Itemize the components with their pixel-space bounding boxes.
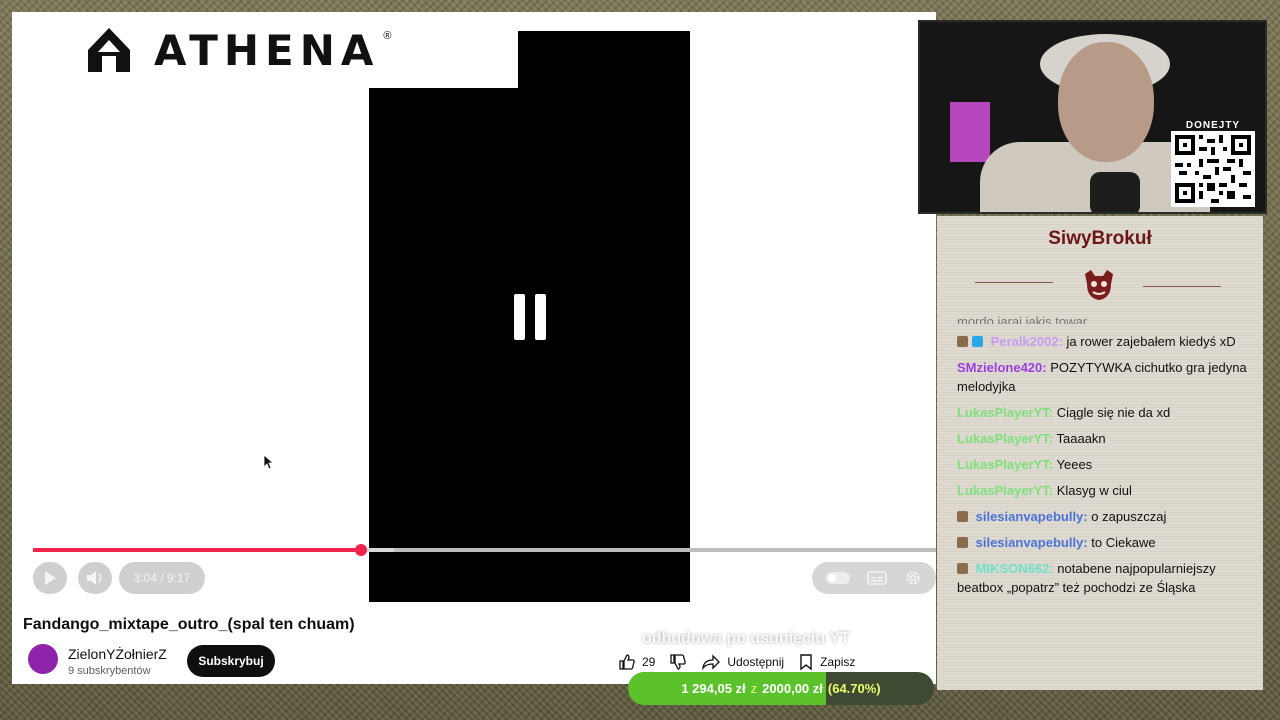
chat-message: LukasPlayerYT: Taaaakn [957, 429, 1247, 448]
qr-label: DONEJTY [1185, 120, 1241, 131]
chat-username: LukasPlayerYT: [957, 431, 1054, 446]
chat-panel: SiwyBrokuł mordo jaraj jakis towar Peral… [937, 216, 1263, 690]
chat-badge-icon [957, 537, 968, 548]
channel-name[interactable]: ZielonYŻołnierZ [68, 646, 167, 662]
chat-divider-right [1143, 286, 1221, 287]
chat-username: SMzielone420: [957, 360, 1047, 375]
share-icon [702, 654, 721, 670]
save-button[interactable]: Zapisz [798, 653, 855, 671]
chat-text: ja rower zajebałem kiedyś xD [1066, 334, 1236, 349]
streamer-name: SiwyBrokuł [1048, 228, 1152, 249]
like-count: 29 [642, 655, 656, 669]
goal-target: 2000,00 zł [762, 681, 823, 696]
progress-bar[interactable] [33, 544, 936, 556]
subtitles-icon[interactable] [867, 570, 887, 586]
share-label: Udostępnij [727, 655, 785, 669]
progress-scrubber[interactable] [354, 544, 367, 556]
chat-message: LukasPlayerYT: Ciągle się nie da xd [957, 403, 1247, 422]
chat-username: LukasPlayerYT: [957, 405, 1054, 420]
channel-avatar[interactable] [28, 644, 58, 674]
time-display: 3:04 / 9:17 [119, 562, 205, 594]
video-frame[interactable] [369, 31, 690, 602]
qr-code-icon [1171, 131, 1255, 207]
volume-button[interactable] [78, 562, 112, 594]
chat-username: Peralk2002: [990, 334, 1063, 349]
thumbs-up-icon [619, 654, 635, 670]
background-neon-sign [950, 102, 990, 162]
chat-message-list: mordo jaraj jakis towar Peralk2002: ja r… [957, 312, 1247, 604]
volume-icon [87, 571, 102, 585]
chat-badge-icon [957, 563, 968, 574]
chat-message: silesianvapebully: o zapuszczaj [957, 507, 1247, 526]
mouse-cursor-icon [263, 454, 273, 470]
video-title: Fandango_mixtape_outro_(spal ten chuam) [23, 616, 355, 633]
chat-username: silesianvapebully: [975, 535, 1088, 550]
athena-logo-icon [88, 28, 130, 72]
like-button[interactable]: 29 [618, 653, 655, 671]
chat-message: LukasPlayerYT: Klasyg w ciul [957, 481, 1247, 500]
chat-badge-icon [957, 336, 968, 347]
chat-badge-icon [957, 511, 968, 522]
streamer-emblem-icon [1085, 270, 1113, 300]
athena-logo-text: ATHENA [154, 25, 380, 75]
chat-text: o zapuszczaj [1091, 509, 1167, 524]
webcam-feed: DONEJTY [918, 20, 1267, 214]
play-button[interactable] [33, 562, 67, 594]
chat-username: LukasPlayerYT: [957, 483, 1054, 498]
chat-message: silesianvapebully: to Ciekawe [957, 533, 1247, 552]
chat-message: mordo jaraj jakis towar [957, 312, 1247, 324]
stream-overlay-caption: odbudowa po usunięciu YT [642, 630, 850, 647]
chat-text: Klasyg w ciul [1056, 483, 1132, 498]
video-actions: 29 Udostępnij Zapisz [618, 650, 936, 674]
thumbs-down-icon[interactable] [669, 653, 687, 671]
goal-current: 1 294,05 zł [681, 681, 746, 696]
streamer-head [1058, 42, 1154, 162]
chat-text: Taaaakn [1056, 431, 1106, 446]
goal-percent: (64.70%) [827, 681, 881, 696]
chat-message: MIKSON662: notabene najpopularniejszy be… [957, 559, 1247, 597]
goal-of: z [750, 681, 758, 696]
chat-text: Ciągle się nie da xd [1056, 405, 1171, 420]
chat-username: MIKSON662: [975, 561, 1054, 576]
chat-message: SMzielone420: POZYTYWKA cichutko gra jed… [957, 358, 1247, 396]
share-button[interactable]: Udostępnij [701, 654, 784, 670]
progress-played [33, 548, 361, 552]
chat-text: Yeees [1056, 457, 1093, 472]
chat-text: to Ciekawe [1091, 535, 1156, 550]
chat-message: LukasPlayerYT: Yeees [957, 455, 1247, 474]
play-icon [45, 571, 56, 585]
bookmark-icon [800, 654, 812, 671]
diamond-badge-icon [972, 336, 983, 347]
subscriber-count: 9 subskrybentów [68, 665, 151, 677]
save-label: Zapisz [820, 655, 856, 669]
chat-divider-left [975, 282, 1053, 283]
settings-gear-icon[interactable] [904, 569, 922, 587]
chat-text: mordo jaraj jakis towar [957, 314, 1088, 324]
subscribe-button[interactable]: Subskrybuj [187, 645, 275, 677]
autoplay-toggle-icon[interactable] [826, 572, 851, 584]
donation-goal-bar: 1 294,05 zł z 2000,00 zł (64.70%) [628, 672, 934, 705]
player-right-controls [812, 562, 936, 594]
youtube-player-page: ATHENA ® 3:04 / 9:17 Fandango_mixtape_ou… [12, 12, 936, 684]
chat-message: Peralk2002: ja rower zajebałem kiedyś xD [957, 332, 1247, 351]
chat-username: LukasPlayerYT: [957, 457, 1054, 472]
chat-username: silesianvapebully: [975, 509, 1088, 524]
athena-logo: ATHENA ® [34, 12, 518, 88]
registered-mark: ® [383, 30, 392, 42]
donation-goal-text: 1 294,05 zł z 2000,00 zł (64.70%) [628, 672, 934, 705]
pause-icon[interactable] [513, 293, 546, 340]
donation-qr-block: DONEJTY [1171, 120, 1255, 207]
microphone [1090, 172, 1140, 212]
